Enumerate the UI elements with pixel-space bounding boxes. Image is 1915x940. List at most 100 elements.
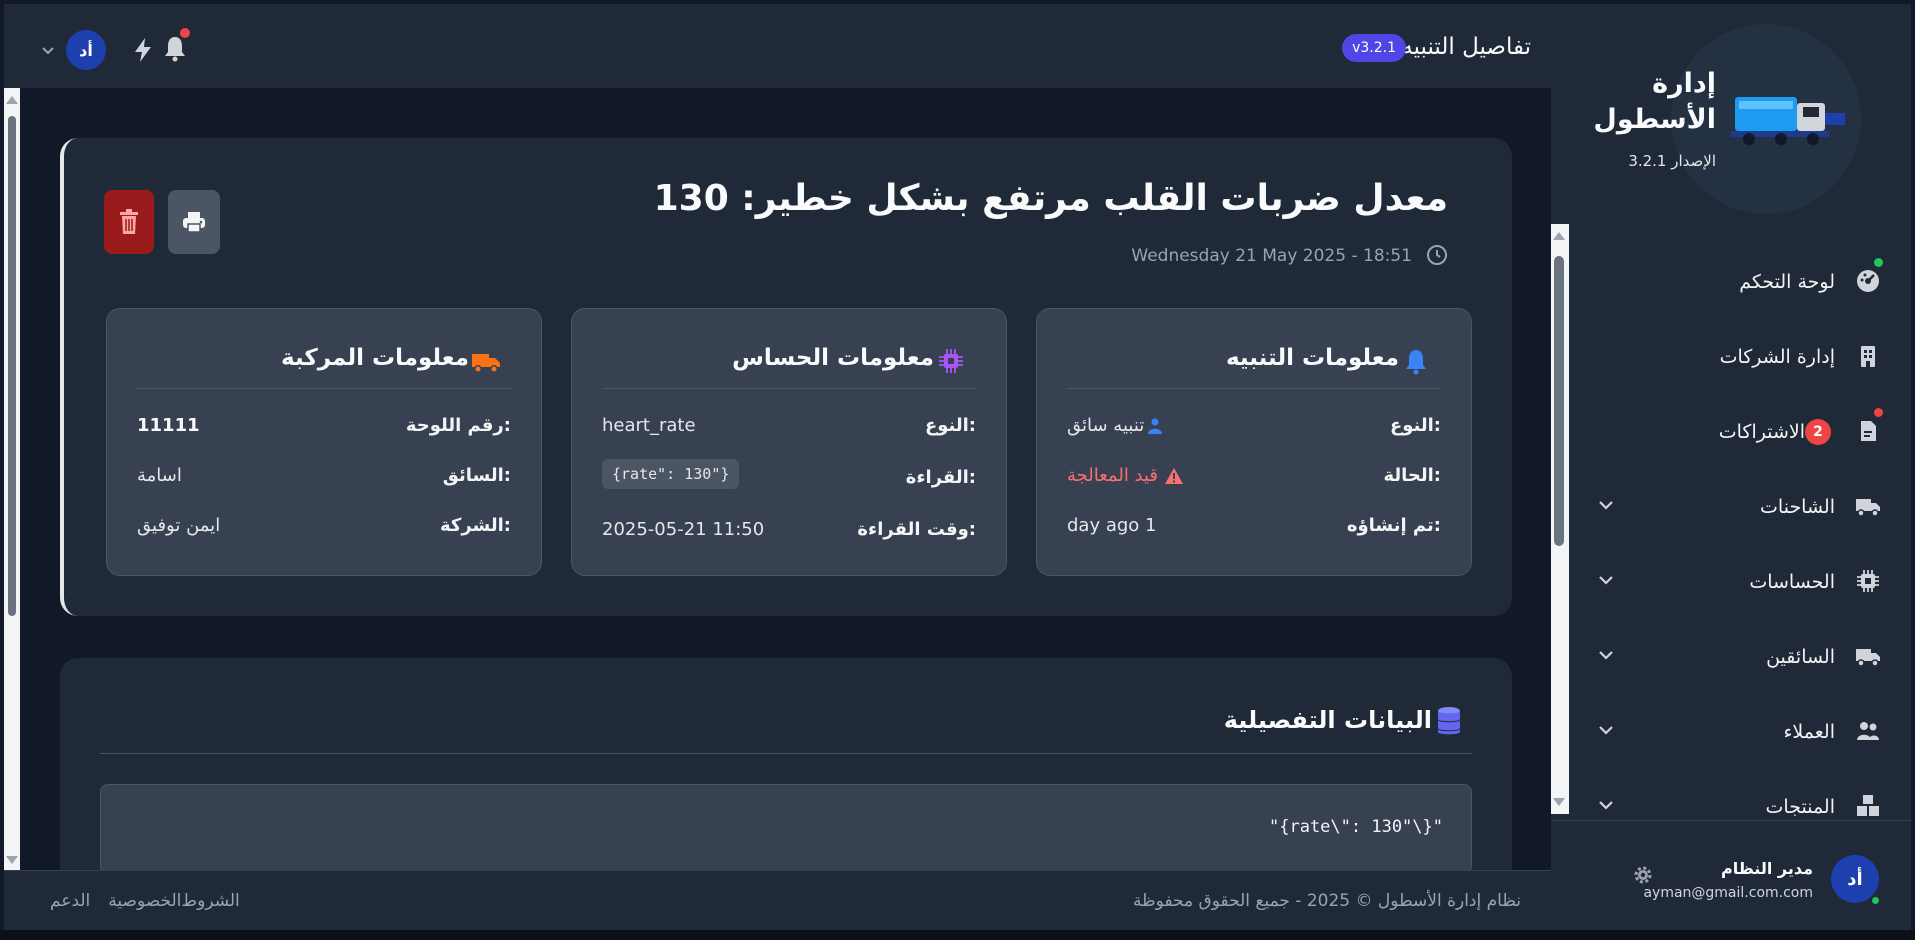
sidebar-item-dashboard[interactable]: لوحة التحكم	[1569, 244, 1911, 319]
truck-icon	[1856, 499, 1880, 517]
online-status-dot	[1870, 895, 1881, 906]
chevron-down-icon[interactable]	[40, 42, 56, 58]
scroll-up-arrow[interactable]	[6, 96, 18, 104]
sensor-reading-row: القراءة: {rate": 130"}	[602, 459, 976, 499]
gauge-icon	[1857, 270, 1879, 292]
alert-type-value: تنبيه سائق	[1067, 415, 1164, 436]
footer-link-privacy[interactable]: الخصوصية	[108, 891, 181, 911]
sensor-reading-time-value: 2025-05-21 11:50	[602, 519, 765, 540]
window-bottom-edge	[0, 930, 1915, 940]
footer-links-group: الخصوصية الشروط	[108, 891, 239, 911]
print-button[interactable]	[168, 190, 220, 254]
sensor-type-value: heart_rate	[602, 415, 696, 436]
chevron-down-icon[interactable]	[1597, 646, 1615, 664]
sidebar-item-sensors[interactable]: الحساسات	[1569, 544, 1911, 619]
sidebar-item-customers[interactable]: العملاء	[1569, 694, 1911, 769]
notification-dot	[1874, 408, 1883, 417]
sidebar-item-label: إدارة الشركات	[1719, 345, 1835, 368]
top-bar: تفاصيل التنبيه v3.2.1 أد	[4, 4, 1551, 88]
footer-links: الدعم الخصوصية الشروط	[50, 891, 240, 911]
brand-version: الإصدار 3.2.1	[1628, 152, 1716, 170]
sidebar-item-companies[interactable]: إدارة الشركات	[1569, 319, 1911, 394]
version-badge: v3.2.1	[1342, 34, 1406, 62]
bolt-icon[interactable]	[131, 37, 155, 63]
warning-icon	[1165, 467, 1184, 484]
user-icon	[1148, 418, 1163, 434]
chevron-down-icon[interactable]	[1597, 796, 1615, 814]
detailed-data-heading: البيانات التفصيلية	[1223, 706, 1432, 734]
field-label: القراءة:	[905, 467, 976, 488]
alert-datetime: Wednesday 21 May 2025 - 18:51	[1131, 246, 1412, 266]
chip-icon	[939, 349, 963, 373]
field-label: رقم اللوحة:	[405, 415, 511, 436]
clock-icon	[1427, 245, 1447, 265]
sidebar-item-trucks[interactable]: الشاحنات	[1569, 469, 1911, 544]
scroll-up-arrow[interactable]	[1553, 232, 1565, 240]
field-label: الشركة:	[439, 515, 511, 536]
alert-info-header: معلومات التنبيه	[1067, 337, 1441, 389]
database-icon	[1438, 707, 1460, 735]
scroll-down-arrow[interactable]	[6, 856, 18, 864]
sidebar-item-label: لوحة التحكم	[1739, 270, 1835, 293]
alert-summary-card: معدل ضربات القلب مرتفع بشكل خطير: 130 We…	[60, 138, 1512, 616]
user-email: ayman@gmail.com.com	[1643, 885, 1813, 901]
raw-data-box: "{rate\": 130"\}"	[100, 784, 1472, 870]
users-icon	[1857, 722, 1879, 740]
sidebar-scrollbar[interactable]	[1549, 224, 1569, 814]
field-label: السائق:	[442, 465, 511, 486]
sidebar-item-label: الشاحنات	[1760, 495, 1835, 518]
sidebar-item-label: السائقين	[1766, 645, 1835, 668]
vehicle-plate-row: رقم اللوحة: 11111	[137, 415, 511, 445]
alert-created-value: day ago 1	[1067, 515, 1157, 536]
gear-icon[interactable]	[1631, 863, 1655, 887]
chevron-down-icon[interactable]	[1597, 496, 1615, 514]
scroll-down-arrow[interactable]	[1553, 798, 1565, 806]
brand-title: إدارة الأسطول	[1593, 68, 1716, 135]
main-content: معدل ضربات القلب مرتفع بشكل خطير: 130 We…	[4, 88, 1551, 870]
scrollbar-thumb[interactable]	[8, 116, 16, 616]
sidebar-item-drivers[interactable]: السائقين	[1569, 619, 1911, 694]
bell-icon	[1406, 350, 1426, 375]
bell-icon[interactable]	[162, 34, 188, 62]
field-label: الحالة:	[1383, 465, 1441, 486]
vehicle-info-header: معلومات المركبة	[137, 337, 511, 389]
avatar[interactable]: أد	[66, 30, 106, 70]
sidebar-nav: لوحة التحكم إدارة الشركات الاشتراكات 2 ا…	[1569, 244, 1911, 844]
sensor-reading-value: {rate": 130"}	[602, 459, 740, 489]
sidebar: إدارة الأسطول الإصدار 3.2.1 لوحة التحكم	[1549, 4, 1911, 930]
reading-code-chip: {rate": 130"}	[602, 459, 740, 489]
field-label: النوع:	[924, 415, 976, 436]
footer-link-support[interactable]: الدعم	[50, 891, 90, 911]
footer: نظام إدارة الأسطول © 2025 - جميع الحقوق …	[4, 870, 1551, 930]
vehicle-company-row: الشركة: ايمن توفيق	[137, 515, 511, 545]
scrollbar-thumb[interactable]	[1554, 256, 1564, 546]
building-icon	[1861, 346, 1875, 367]
detailed-data-header: البيانات التفصيلية	[100, 698, 1472, 754]
chip-icon	[1857, 570, 1879, 592]
subscriptions-count-badge: 2	[1805, 418, 1831, 445]
brand-truck-logo	[1731, 97, 1845, 145]
user-name: مدير النظام	[1720, 859, 1813, 878]
alert-type-row: النوع: تنبيه سائق	[1067, 415, 1441, 445]
sidebar-item-subscriptions[interactable]: الاشتراكات 2	[1569, 394, 1911, 469]
truck-icon	[472, 354, 500, 373]
footer-copyright: نظام إدارة الأسطول © 2025 - جميع الحقوق …	[1133, 891, 1521, 911]
sensor-info-header: معلومات الحساس	[602, 337, 976, 389]
notification-dot	[180, 28, 190, 38]
field-label: النوع:	[1389, 415, 1441, 436]
footer-link-terms[interactable]: الشروط	[181, 891, 239, 911]
vehicle-driver-value: اسامة	[137, 465, 182, 486]
chevron-down-icon[interactable]	[1597, 571, 1615, 589]
chevron-down-icon[interactable]	[1597, 721, 1615, 739]
alert-created-row: تم إنشاؤه: day ago 1	[1067, 515, 1441, 545]
alert-type-text: تنبيه سائق	[1067, 415, 1145, 436]
alert-info-heading: معلومات التنبيه	[1225, 345, 1399, 371]
sidebar-item-label: العملاء	[1783, 720, 1836, 743]
alert-title: معدل ضربات القلب مرتفع بشكل خطير: 130	[653, 178, 1448, 219]
delete-button[interactable]	[104, 190, 154, 254]
vehicle-info-card: معلومات المركبة رقم اللوحة: 11111 السائق…	[106, 308, 542, 576]
vehicle-driver-row: السائق: اسامة	[137, 465, 511, 495]
main-scrollbar[interactable]	[4, 88, 20, 870]
sensor-info-card: معلومات الحساس النوع: heart_rate القراءة…	[571, 308, 1007, 576]
boxes-icon	[1857, 795, 1879, 816]
